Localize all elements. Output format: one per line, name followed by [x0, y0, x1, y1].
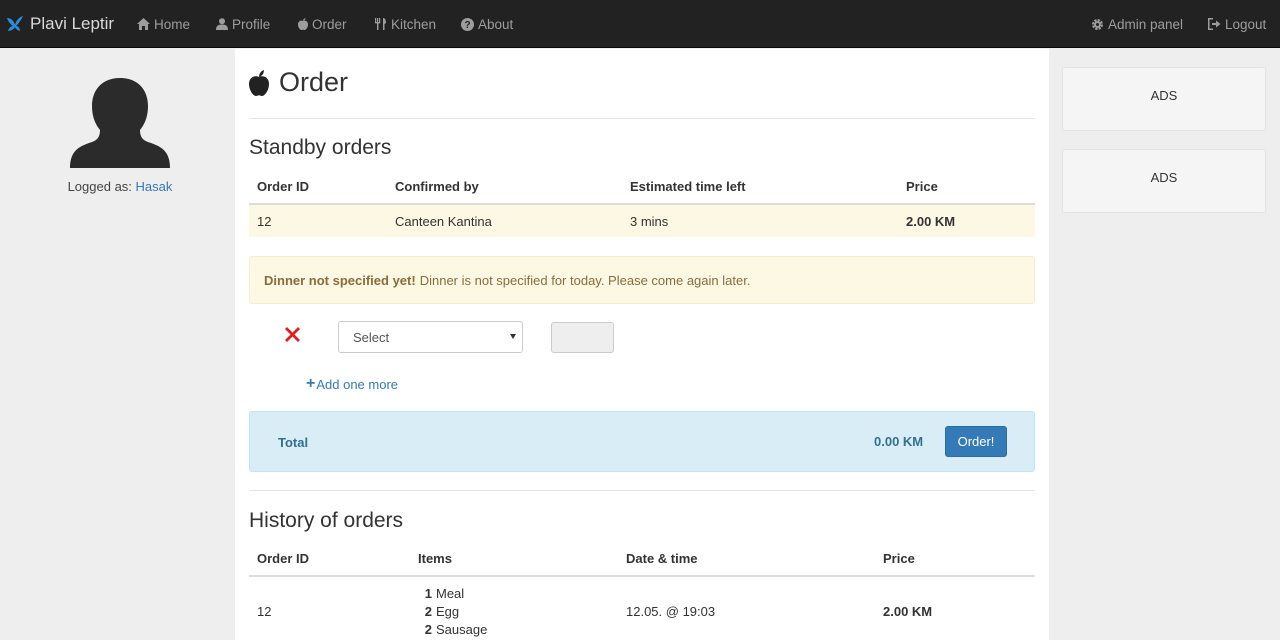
item-qty: 1: [424, 585, 432, 601]
order-id-cell: 12: [257, 604, 272, 619]
apple-icon: [249, 69, 269, 96]
col-items: Items: [410, 542, 618, 577]
logout-icon: [1208, 18, 1221, 30]
home-icon: [137, 18, 150, 30]
plus-icon: +: [306, 375, 316, 392]
nav-logout[interactable]: Logout: [1208, 0, 1266, 48]
order-id-cell: 12: [249, 204, 387, 237]
item-qty: 2: [424, 603, 432, 619]
title-divider: [249, 118, 1035, 119]
item-name: Sausage: [436, 621, 488, 637]
col-order-id: Order ID: [249, 542, 410, 577]
navbar: Plavi Leptir Home Profile Order Kitchen …: [0, 0, 1280, 48]
meal-select-value: Select: [353, 329, 390, 345]
dinner-warning-alert: Dinner not specified yet! Dinner is not …: [249, 256, 1035, 304]
table-header-row: Order ID Items Date & time Price: [249, 542, 1035, 577]
username-link[interactable]: Hasak: [136, 179, 173, 194]
history-divider: [249, 490, 1035, 491]
price-cell: 2.00 KM: [898, 204, 1035, 237]
total-label: Total: [278, 435, 309, 450]
ad-box[interactable]: ADS: [1062, 67, 1266, 131]
total-panel: Total 0.00 KM Order!: [249, 411, 1035, 472]
standby-orders-title: Standby orders: [249, 136, 392, 159]
col-price: Price: [898, 170, 1035, 205]
chevron-down-icon: [510, 334, 516, 339]
col-order-id: Order ID: [249, 170, 387, 205]
page-title-text: Order: [279, 67, 349, 97]
alert-text: Dinner is not specified for today. Pleas…: [419, 272, 751, 288]
gear-icon: [1091, 18, 1104, 31]
col-estimated-time: Estimated time left: [622, 170, 898, 205]
item-qty: 2: [424, 621, 432, 637]
list-item: 1 Meal: [418, 585, 610, 603]
nav-profile[interactable]: Profile: [216, 0, 270, 48]
add-one-more-link[interactable]: + Add one more: [306, 375, 398, 393]
history-orders-title: History of orders: [249, 509, 404, 532]
question-circle-icon: ?: [461, 17, 474, 31]
nav-admin-panel[interactable]: Admin panel: [1091, 0, 1183, 48]
confirmed-by-cell: Canteen Kantina: [387, 204, 622, 237]
col-confirmed-by: Confirmed by: [387, 170, 622, 205]
total-value: 0.00 KM: [874, 434, 924, 449]
logged-as-label: Logged as:: [67, 179, 132, 194]
page-title: Order: [249, 67, 348, 98]
col-price: Price: [875, 542, 1035, 577]
svg-text:?: ?: [464, 20, 470, 31]
table-header-row: Order ID Confirmed by Estimated time lef…: [249, 170, 1035, 205]
avatar: [68, 76, 172, 171]
table-row: 12 1 Meal 2 Egg 2 Sausage 12.05. @ 19:03 2.…: [249, 576, 1035, 640]
ad-box[interactable]: ADS: [1062, 149, 1266, 213]
item-name: Egg: [436, 603, 460, 619]
time-left-cell: 3 mins: [622, 204, 898, 237]
order-button[interactable]: Order!: [945, 426, 1007, 457]
standby-orders-table: Order ID Confirmed by Estimated time lef…: [249, 170, 1035, 237]
alert-strong-text: Dinner not specified yet!: [264, 272, 416, 288]
list-item: 2 Egg: [418, 603, 610, 621]
remove-item-icon[interactable]: [285, 327, 300, 345]
item-name: Meal: [436, 585, 465, 601]
nav-profile-label: Profile: [232, 16, 271, 32]
meal-select[interactable]: Select: [338, 321, 523, 353]
nav-about-label: About: [478, 16, 514, 32]
apple-icon: [298, 18, 308, 30]
logged-as-text: Logged as: Hasak: [5, 179, 235, 194]
nav-home[interactable]: Home: [137, 0, 190, 48]
brand-name: Plavi Leptir: [30, 14, 115, 33]
nav-kitchen-label: Kitchen: [391, 16, 437, 32]
nav-home-label: Home: [154, 16, 191, 32]
nav-logout-label: Logout: [1225, 16, 1267, 32]
price-cell: 2.00 KM: [883, 604, 933, 619]
add-one-more-label: Add one more: [316, 376, 399, 392]
right-sidebar: ADS ADS: [1049, 49, 1280, 640]
cutlery-icon: [375, 18, 387, 30]
history-orders-table: Order ID Items Date & time Price 12 1 Mea…: [249, 542, 1035, 640]
user-icon: [216, 18, 228, 30]
nav-about[interactable]: ? About: [461, 0, 513, 48]
quantity-input[interactable]: [551, 322, 614, 353]
butterfly-logo-icon: [7, 16, 23, 31]
nav-kitchen[interactable]: Kitchen: [375, 0, 436, 48]
nav-order-label: Order: [312, 16, 347, 32]
main-content: Order Standby orders Order ID Confirmed …: [235, 49, 1049, 640]
table-row: 12 Canteen Kantina 3 mins 2.00 KM: [249, 204, 1035, 237]
col-date-time: Date & time: [618, 542, 875, 577]
items-cell: 1 Meal 2 Egg 2 Sausage: [410, 576, 618, 640]
brand-link[interactable]: Plavi Leptir: [6, 0, 114, 48]
left-sidebar: Logged as: Hasak: [5, 49, 235, 640]
datetime-cell: 12.05. @ 19:03: [626, 604, 716, 619]
list-item: 2 Sausage: [418, 621, 610, 639]
nav-order[interactable]: Order: [298, 0, 347, 48]
nav-admin-label: Admin panel: [1108, 16, 1184, 32]
